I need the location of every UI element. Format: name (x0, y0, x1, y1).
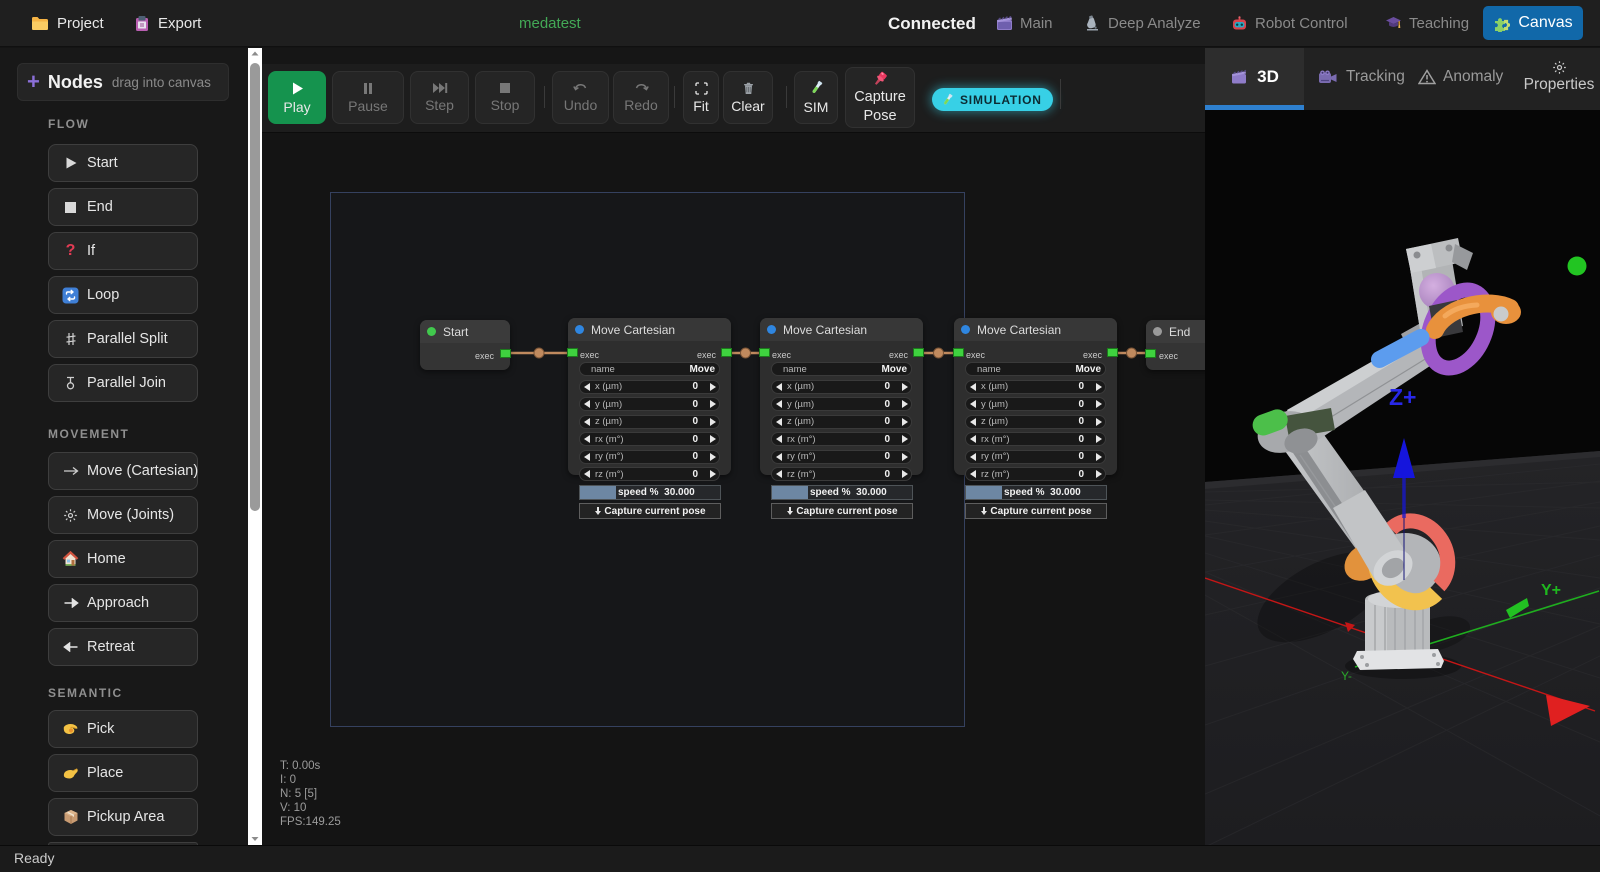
svg-text:Z+: Z+ (1389, 384, 1416, 410)
svg-text:Y-: Y- (1341, 669, 1352, 683)
svg-text:Y+: Y+ (1541, 582, 1561, 599)
